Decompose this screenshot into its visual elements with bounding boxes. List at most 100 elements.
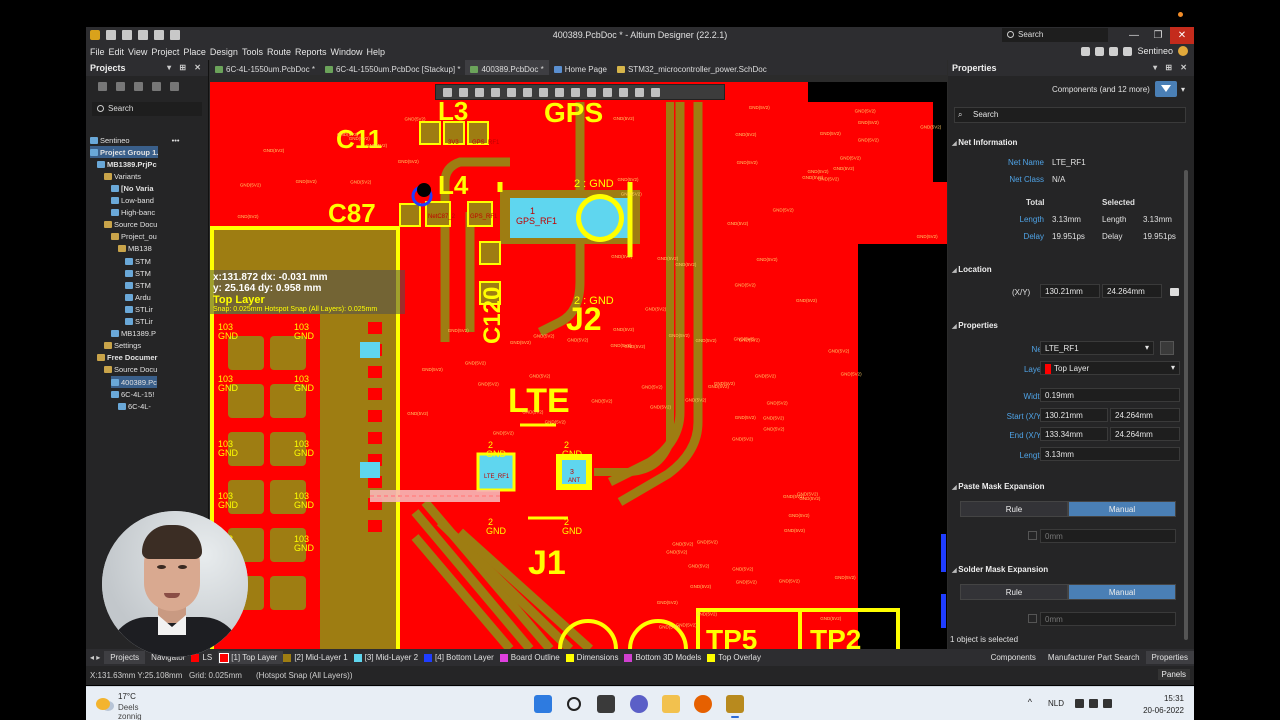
language-indicator[interactable]: NLD bbox=[1048, 699, 1064, 708]
menu-route[interactable]: Route bbox=[266, 44, 294, 60]
layer-select[interactable]: Top Layer ▾ bbox=[1040, 361, 1180, 375]
settings-icon[interactable] bbox=[170, 82, 179, 91]
copy-icon[interactable] bbox=[116, 82, 125, 91]
chat-icon[interactable] bbox=[1081, 46, 1091, 56]
keepout-icon[interactable] bbox=[603, 88, 612, 97]
layer-tab[interactable]: Bottom 3D Models bbox=[624, 653, 707, 662]
solder-mask-section[interactable]: Solder Mask Expansion bbox=[952, 565, 1048, 574]
project-tree-item[interactable]: STLir bbox=[125, 303, 153, 315]
edit-net-icon[interactable] bbox=[1160, 341, 1174, 355]
start-icon[interactable] bbox=[534, 695, 552, 713]
track-length-input[interactable]: 3.13mm bbox=[1040, 447, 1180, 461]
minimize-button[interactable]: — bbox=[1122, 27, 1146, 44]
panel-tab-components[interactable]: Components bbox=[985, 653, 1042, 662]
polygon-icon[interactable] bbox=[587, 88, 596, 97]
paste-mask-value-input[interactable]: 0mm bbox=[1040, 529, 1176, 543]
clock[interactable]: 15:31 20-06-2022 bbox=[1134, 693, 1184, 717]
layer-tab[interactable]: Top Overlay bbox=[707, 653, 767, 662]
project-tree-item[interactable]: Free Documer bbox=[97, 352, 157, 364]
paste-mask-section[interactable]: Paste Mask Expansion bbox=[952, 482, 1044, 491]
rect-select-icon[interactable] bbox=[491, 88, 500, 97]
start-x-input[interactable]: 130.21mm bbox=[1040, 408, 1108, 422]
menu-window[interactable]: Window bbox=[330, 44, 366, 60]
project-tree-item[interactable]: STLir bbox=[125, 316, 153, 328]
network-icon[interactable] bbox=[1075, 699, 1084, 708]
project-tree-item[interactable]: STM bbox=[125, 255, 151, 267]
menu-reports[interactable]: Reports bbox=[294, 44, 330, 60]
project-tree-item[interactable]: Project Group 1. bbox=[90, 146, 159, 159]
panels-button[interactable]: Panels bbox=[1157, 669, 1190, 680]
paste-mask-rule-button[interactable]: Rule bbox=[960, 501, 1068, 517]
layer-tab[interactable]: Dimensions bbox=[565, 653, 625, 662]
project-tree-item[interactable]: 6C-4L- bbox=[118, 400, 151, 412]
lock-icon[interactable] bbox=[1170, 288, 1179, 296]
menu-project[interactable]: Project bbox=[150, 44, 182, 60]
chevron-down-icon[interactable]: ▾ bbox=[1181, 85, 1185, 94]
global-search-input[interactable]: Search bbox=[1002, 28, 1108, 42]
solder-mask-checkbox[interactable] bbox=[1028, 614, 1037, 623]
filter-icon[interactable] bbox=[1155, 81, 1177, 97]
width-input[interactable]: 0.19mm bbox=[1040, 388, 1180, 402]
add-icon[interactable] bbox=[475, 88, 484, 97]
filter-icon[interactable] bbox=[443, 88, 452, 97]
projects-search-input[interactable]: Search bbox=[92, 102, 202, 116]
solder-mask-value-input[interactable]: 0mm bbox=[1040, 612, 1176, 626]
panel-controls-icon[interactable]: ▾ ⊞ ✕ bbox=[1153, 63, 1190, 72]
project-tree-item[interactable]: [No Varia bbox=[111, 182, 154, 194]
tab-400389-pcbdoc[interactable]: 400389.PcbDoc * bbox=[465, 60, 549, 75]
battery-icon[interactable] bbox=[1103, 699, 1112, 708]
gps-connector-pad[interactable] bbox=[581, 199, 619, 237]
properties-section[interactable]: Properties bbox=[952, 321, 998, 330]
notifications-icon[interactable] bbox=[1095, 46, 1105, 56]
save-project-icon[interactable] bbox=[98, 82, 107, 91]
user-name[interactable]: Sentineo bbox=[1137, 46, 1173, 56]
location-section[interactable]: Location bbox=[952, 265, 991, 274]
project-tree-item[interactable]: MB1389.P bbox=[111, 328, 156, 340]
layer-tab[interactable]: [2] Mid-Layer 1 bbox=[283, 653, 353, 662]
solder-mask-rule-button[interactable]: Rule bbox=[960, 584, 1068, 600]
lte-rf-pad[interactable] bbox=[476, 452, 516, 492]
route-icon[interactable] bbox=[459, 88, 468, 97]
project-tree-item[interactable]: Project_ou bbox=[111, 231, 157, 243]
layer-tab[interactable]: [3] Mid-Layer 2 bbox=[353, 653, 424, 662]
paste-mask-checkbox[interactable] bbox=[1028, 531, 1037, 540]
chat-icon[interactable] bbox=[630, 695, 648, 713]
tab-6c-4l-pcbdoc[interactable]: 6C-4L-1550um.PcbDoc * bbox=[210, 60, 320, 75]
project-tree-item[interactable]: 400389.Pc bbox=[111, 376, 157, 388]
more-options-icon[interactable]: ••• bbox=[172, 136, 180, 145]
properties-scrollbar[interactable] bbox=[1184, 170, 1188, 640]
string-icon[interactable] bbox=[635, 88, 644, 97]
end-y-input[interactable]: 24.264mm bbox=[1110, 427, 1180, 441]
pcb-canvas[interactable]: 103 GND 103 GND 103 GND 103 GND 103 GND … bbox=[210, 82, 947, 649]
tab-6c-4l-stackup[interactable]: 6C-4L-1550um.PcbDoc [Stackup] * bbox=[320, 60, 466, 75]
project-tree-item[interactable]: High-banc bbox=[111, 207, 155, 219]
menu-view[interactable]: View bbox=[127, 44, 150, 60]
menu-edit[interactable]: Edit bbox=[108, 44, 128, 60]
properties-search-input[interactable]: Search bbox=[954, 107, 1186, 123]
file-explorer-icon[interactable] bbox=[662, 695, 680, 713]
component-icon[interactable] bbox=[507, 88, 516, 97]
firefox-icon[interactable] bbox=[694, 695, 712, 713]
net-select[interactable]: LTE_RF1 ▾ bbox=[1040, 341, 1154, 355]
project-tree-item[interactable]: Ardu bbox=[125, 291, 151, 303]
line-icon[interactable] bbox=[651, 88, 660, 97]
project-tree-item[interactable]: Low-band bbox=[111, 195, 154, 207]
project-tree-item[interactable]: Source Docu bbox=[104, 364, 157, 376]
dimension-icon[interactable] bbox=[619, 88, 628, 97]
project-tree-item[interactable]: Sentineo ••• bbox=[90, 134, 180, 146]
tray-chevron-up-icon[interactable]: ^ bbox=[1028, 697, 1032, 707]
search-icon[interactable] bbox=[567, 697, 581, 711]
restore-button[interactable]: ❐ bbox=[1146, 27, 1170, 44]
menu-tools[interactable]: Tools bbox=[241, 44, 266, 60]
user-icon[interactable] bbox=[1123, 46, 1133, 56]
project-tree-item[interactable]: Variants bbox=[104, 170, 141, 182]
task-view-icon[interactable] bbox=[597, 695, 615, 713]
tab-home-page[interactable]: Home Page bbox=[549, 60, 612, 75]
menu-help[interactable]: Help bbox=[366, 44, 389, 60]
project-tree-item[interactable]: MB1389.PrjPc bbox=[97, 158, 157, 170]
layer-tab[interactable]: Board Outline bbox=[499, 653, 566, 662]
pin-icon[interactable] bbox=[571, 88, 580, 97]
location-y-input[interactable]: 24.264mm bbox=[1102, 284, 1162, 298]
net-info-section[interactable]: Net Information bbox=[952, 138, 1017, 147]
via-icon[interactable] bbox=[555, 88, 564, 97]
